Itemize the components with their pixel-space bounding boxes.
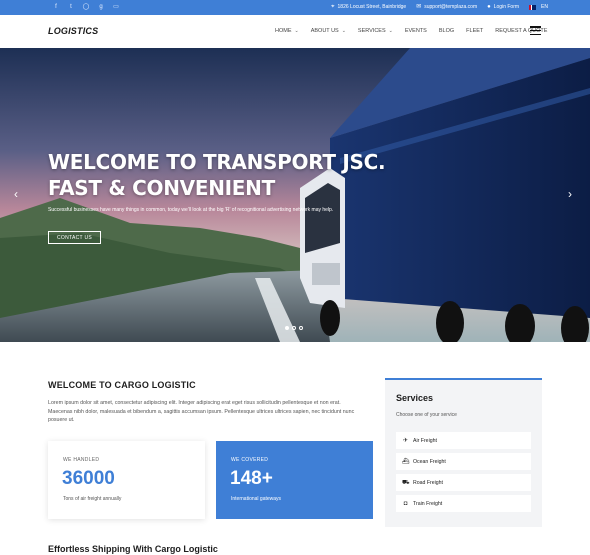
- nav-services[interactable]: SERVICES ⌄: [352, 28, 399, 34]
- contact-info: ⌖ 1826 Locust Street, Bainbridge ✉ support…: [331, 3, 548, 12]
- hero-title-line2: FAST & CONVENIENT: [48, 176, 275, 200]
- nav-events[interactable]: EVENTS: [399, 28, 433, 34]
- truck-icon: ⛟: [402, 479, 410, 486]
- nav-request-quote[interactable]: REQUEST A QUOTE: [489, 28, 553, 34]
- welcome-title: WELCOME TO CARGO LOGISTIC: [48, 380, 196, 390]
- envelope-icon: ✉: [416, 4, 422, 10]
- uk-flag-icon: [529, 5, 537, 10]
- services-panel: Services Choose one of your service ✈ Ai…: [385, 378, 542, 527]
- nav-label: HOME: [275, 28, 292, 34]
- stat-value: 148+: [230, 468, 273, 489]
- stat-label: WE HANDLED: [63, 457, 100, 463]
- stat-value: 36000: [62, 468, 115, 489]
- nav-blog[interactable]: BLOG: [433, 28, 460, 34]
- slider-dot[interactable]: [299, 326, 303, 330]
- hero-title: WELCOME TO TRANSPORT JSC. FAST & CONVENI…: [48, 149, 386, 201]
- youtube-icon[interactable]: ▭: [112, 3, 120, 12]
- service-air-freight[interactable]: ✈ Air Freight: [396, 432, 531, 449]
- hamburger-menu-icon[interactable]: [530, 26, 541, 35]
- slider-dot[interactable]: [292, 326, 296, 330]
- service-label: Ocean Freight: [413, 458, 446, 465]
- user-icon: ●: [487, 4, 491, 10]
- slider-dot[interactable]: [285, 326, 289, 330]
- plane-icon: ✈: [402, 438, 409, 444]
- service-label: Air Freight: [413, 437, 437, 444]
- header: LOGISTICS HOME ⌄ ABOUT US ⌄ SERVICES ⌄ EVEN…: [0, 15, 590, 48]
- chevron-left-icon[interactable]: ‹: [14, 187, 18, 201]
- nav-label: SERVICES: [357, 28, 386, 34]
- train-icon: ◘: [403, 500, 408, 507]
- address-text: 1826 Locust Street, Bainbridge: [337, 4, 407, 10]
- services-subtitle: Choose one of your service: [396, 412, 457, 418]
- chevron-down-icon: ⌄: [294, 28, 299, 34]
- nav-label: BLOG: [438, 28, 455, 34]
- ship-icon: ⛴: [402, 459, 410, 465]
- welcome-text: Lorem ipsum dolor sit amet, consectetur …: [48, 400, 355, 423]
- section-title: Effortless Shipping With Cargo Logistic: [48, 544, 218, 554]
- contact-us-button[interactable]: CONTACT US: [48, 231, 101, 244]
- main-nav: HOME ⌄ ABOUT US ⌄ SERVICES ⌄ EVENTS BLOG FL…: [269, 28, 553, 34]
- hero-slider: WELCOME TO TRANSPORT JSC. FAST & CONVENI…: [0, 48, 590, 342]
- slider-dots: [285, 326, 303, 330]
- service-label: Road Freight: [413, 479, 443, 486]
- login-link[interactable]: ● Login Form: [487, 3, 519, 12]
- nav-label: ABOUT US: [310, 28, 339, 34]
- service-road-freight[interactable]: ⛟ Road Freight: [396, 474, 531, 491]
- social-links: f t ◯ g ▭: [52, 3, 120, 12]
- chevron-down-icon: ⌄: [341, 28, 346, 34]
- twitter-icon[interactable]: t: [67, 3, 75, 12]
- nav-about-us[interactable]: ABOUT US ⌄: [305, 28, 352, 34]
- services-title: Services: [396, 393, 434, 403]
- stat-card-handled: WE HANDLED 36000 Tons of air freight ann…: [48, 441, 205, 519]
- chevron-right-icon[interactable]: ›: [568, 187, 572, 201]
- github-icon[interactable]: ◯: [82, 3, 90, 12]
- language-switcher[interactable]: EN: [529, 3, 548, 12]
- facebook-icon[interactable]: f: [52, 3, 60, 12]
- hero-title-line1: WELCOME TO TRANSPORT JSC.: [48, 150, 386, 174]
- top-bar: f t ◯ g ▭ ⌖ 1826 Locust Street, Bainbridg…: [0, 0, 590, 15]
- email-text[interactable]: support@templaza.com: [424, 3, 477, 12]
- stat-description: International gateways: [231, 496, 282, 502]
- service-ocean-freight[interactable]: ⛴ Ocean Freight: [396, 453, 531, 470]
- stat-description: Tons of air freight annually: [63, 496, 122, 502]
- login-text[interactable]: Login Form: [494, 3, 519, 12]
- email[interactable]: ✉ support@templaza.com: [416, 3, 477, 12]
- nav-label: EVENTS: [404, 28, 427, 34]
- chevron-down-icon: ⌄: [388, 28, 393, 34]
- hero-subtitle: Successful businesses have many things i…: [48, 207, 334, 213]
- google-plus-icon[interactable]: g: [97, 3, 105, 12]
- service-label: Train Freight: [413, 500, 443, 507]
- logo[interactable]: LOGISTICS: [48, 26, 98, 36]
- nav-fleet[interactable]: FLEET: [460, 28, 489, 34]
- nav-label: FLEET: [466, 28, 484, 34]
- map-pin-icon: ⌖: [331, 4, 335, 10]
- language-label[interactable]: EN: [541, 3, 548, 12]
- nav-home[interactable]: HOME ⌄: [269, 28, 305, 34]
- stat-label: WE COVERED: [231, 457, 269, 463]
- service-train-freight[interactable]: ◘ Train Freight: [396, 495, 531, 512]
- stat-card-covered: WE COVERED 148+ International gateways: [216, 441, 373, 519]
- address: ⌖ 1826 Locust Street, Bainbridge: [331, 3, 406, 12]
